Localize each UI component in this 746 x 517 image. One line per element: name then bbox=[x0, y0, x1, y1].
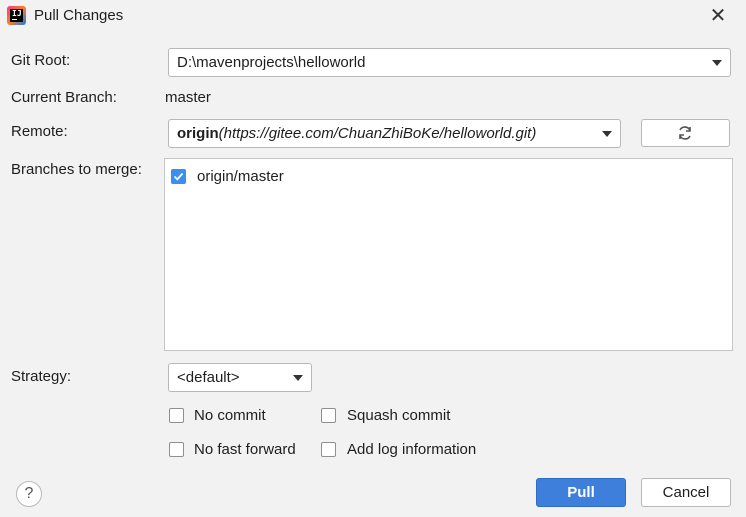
remote-name: origin bbox=[177, 125, 219, 142]
git-root-label: Git Root: bbox=[11, 52, 71, 69]
refresh-button[interactable] bbox=[641, 119, 730, 147]
branches-label: Branches to merge: bbox=[11, 161, 142, 178]
strategy-dropdown[interactable]: <default> bbox=[168, 363, 312, 392]
chevron-down-icon bbox=[712, 60, 722, 66]
current-branch-label: Current Branch: bbox=[11, 89, 117, 106]
help-button[interactable]: ? bbox=[16, 481, 42, 507]
checkmark-icon bbox=[173, 172, 184, 181]
refresh-icon bbox=[679, 126, 691, 140]
strategy-label: Strategy: bbox=[11, 368, 72, 385]
no-fast-forward-label: No fast forward bbox=[194, 441, 296, 458]
git-root-dropdown[interactable]: D:\mavenprojects\helloworld bbox=[168, 48, 731, 77]
add-log-information-label: Add log information bbox=[347, 441, 477, 458]
pull-button[interactable]: Pull bbox=[536, 478, 626, 507]
branch-label: origin/master bbox=[197, 168, 284, 185]
list-item[interactable]: origin/master bbox=[171, 167, 371, 187]
squash-commit-checkbox[interactable] bbox=[321, 408, 336, 423]
strategy-value: <default> bbox=[177, 369, 240, 386]
no-commit-label: No commit bbox=[194, 407, 266, 424]
remote-dropdown[interactable]: origin(https://gitee.com/ChuanZhiBoKe/he… bbox=[168, 119, 621, 148]
remote-url: (https://gitee.com/ChuanZhiBoKe/hellowor… bbox=[218, 125, 537, 142]
cancel-button[interactable]: Cancel bbox=[641, 478, 731, 507]
git-root-value: D:\mavenprojects\helloworld bbox=[177, 54, 366, 71]
current-branch-value: master bbox=[165, 89, 211, 106]
app-icon: IJ bbox=[7, 6, 26, 25]
branch-checkbox[interactable] bbox=[171, 169, 186, 184]
branches-list[interactable]: origin/master bbox=[164, 158, 733, 351]
remote-label: Remote: bbox=[11, 123, 68, 140]
close-icon[interactable]: ✕ bbox=[706, 4, 730, 28]
dialog-title: Pull Changes bbox=[34, 7, 124, 24]
add-log-information-checkbox[interactable] bbox=[321, 442, 336, 457]
no-fast-forward-checkbox[interactable] bbox=[169, 442, 184, 457]
no-commit-checkbox[interactable] bbox=[169, 408, 184, 423]
chevron-down-icon bbox=[293, 375, 303, 381]
squash-commit-label: Squash commit bbox=[347, 407, 451, 424]
chevron-down-icon bbox=[602, 131, 612, 137]
